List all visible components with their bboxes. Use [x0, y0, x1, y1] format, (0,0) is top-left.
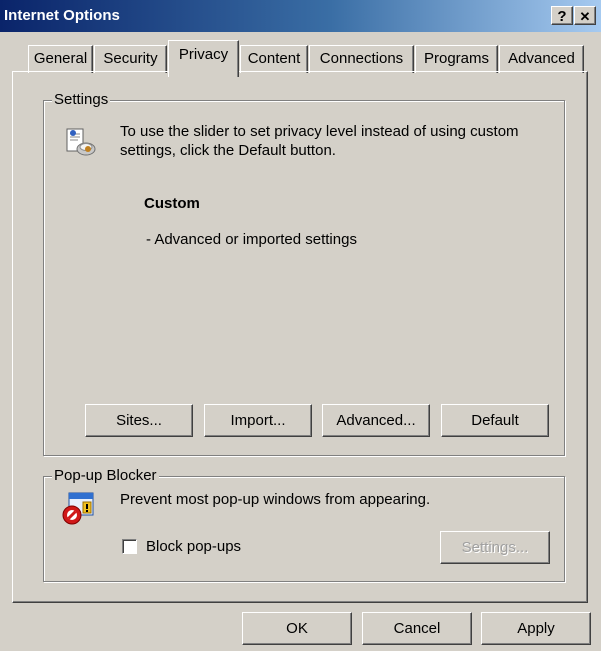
tab-label: General — [33, 50, 88, 67]
import-button-label: Import... — [230, 412, 286, 429]
window-title: Internet Options — [4, 7, 120, 24]
popup-blocker-group: Pop-up Blocker Prevent most pop-up windo… — [43, 467, 565, 582]
privacy-icon — [64, 127, 96, 159]
tab-label: Advanced — [508, 50, 575, 67]
tab-label: Privacy — [178, 46, 229, 63]
ok-button[interactable]: OK — [242, 612, 352, 645]
apply-button[interactable]: Apply — [481, 612, 591, 645]
ok-button-label: OK — [286, 620, 308, 637]
tab-label: Security — [103, 50, 158, 67]
default-button[interactable]: Default — [441, 404, 549, 437]
settings-group-label: Settings — [52, 91, 111, 108]
tab-content[interactable]: Content — [240, 45, 308, 73]
tab-privacy[interactable]: Privacy — [168, 40, 239, 77]
tab-general[interactable]: General — [28, 45, 93, 73]
help-button[interactable]: ? — [551, 6, 573, 25]
tab-label: Programs — [423, 50, 490, 67]
block-popups-label[interactable]: Block pop-ups — [146, 538, 241, 555]
close-icon: ✕ — [579, 9, 591, 24]
settings-description-line2: settings, click the Default button. — [120, 142, 336, 159]
settings-group: Settings To use the slider to set privac… — [43, 91, 565, 456]
popup-settings-button[interactable]: Settings... — [440, 531, 550, 564]
sites-button-label: Sites... — [116, 412, 162, 429]
internet-options-window: Internet Options ? ✕ General Security Pr… — [0, 0, 601, 651]
tab-label: Connections — [319, 50, 404, 67]
apply-button-label: Apply — [517, 620, 555, 637]
privacy-level-description: - Advanced or imported settings — [146, 231, 357, 248]
popup-blocker-group-label: Pop-up Blocker — [52, 467, 159, 484]
popup-blocker-icon — [60, 491, 96, 527]
advanced-button-label: Advanced... — [336, 412, 416, 429]
close-button[interactable]: ✕ — [574, 6, 596, 25]
title-bar[interactable]: Internet Options ? ✕ — [0, 0, 601, 32]
tab-label: Content — [247, 50, 301, 67]
tab-connections[interactable]: Connections — [309, 45, 414, 73]
settings-description-line1: To use the slider to set privacy level i… — [120, 123, 519, 140]
privacy-panel: Settings To use the slider to set privac… — [12, 71, 588, 603]
tab-advanced[interactable]: Advanced — [499, 45, 584, 73]
tab-programs[interactable]: Programs — [415, 45, 498, 73]
default-button-label: Default — [471, 412, 519, 429]
tab-security[interactable]: Security — [94, 45, 167, 73]
popup-settings-button-label: Settings... — [461, 539, 529, 556]
cancel-button-label: Cancel — [393, 620, 441, 637]
popup-blocker-description: Prevent most pop-up windows from appeari… — [120, 491, 431, 508]
help-icon: ? — [557, 8, 567, 25]
cancel-button[interactable]: Cancel — [362, 612, 472, 645]
privacy-level-title: Custom — [144, 195, 200, 212]
advanced-button[interactable]: Advanced... — [322, 404, 430, 437]
block-popups-checkbox[interactable] — [122, 539, 137, 554]
sites-button[interactable]: Sites... — [85, 404, 193, 437]
import-button[interactable]: Import... — [204, 404, 312, 437]
